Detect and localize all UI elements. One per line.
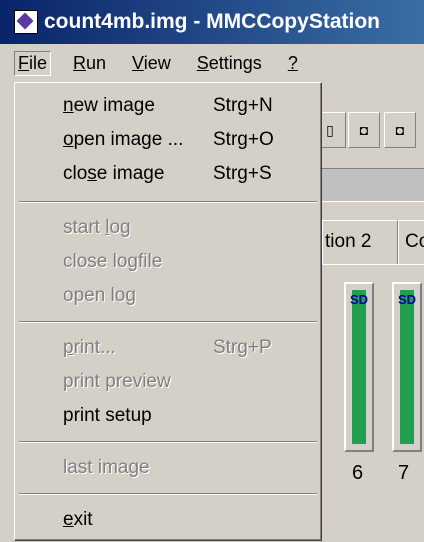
tab-station-next[interactable]: Co xyxy=(398,220,424,264)
tab-station-2-label: tion 2 xyxy=(325,231,372,252)
menu-item-label: open log xyxy=(63,285,136,306)
menu-settings-acc: S xyxy=(196,52,209,73)
lbl-post: ew image xyxy=(73,95,155,116)
menu-item-label: exit xyxy=(63,509,93,531)
menu-item-print-preview[interactable]: print preview xyxy=(15,365,321,399)
menu-file[interactable]: File xyxy=(14,50,52,76)
lbl-post: file xyxy=(138,251,163,272)
lbl-acc: g xyxy=(127,251,138,272)
menu-run-acc: R xyxy=(73,52,87,73)
menu-file-post: ile xyxy=(29,52,48,73)
lbl-acc: s xyxy=(87,163,97,184)
title-bar[interactable]: count4mb.img - MMCCopyStation xyxy=(0,0,424,44)
file-menu-dropdown: new image Strg+N open image ... Strg+O c… xyxy=(14,82,322,541)
menu-run[interactable]: Run xyxy=(69,51,110,76)
menu-item-print[interactable]: print... Strg+P xyxy=(15,331,321,365)
menu-item-label: close image xyxy=(63,163,164,185)
menu-item-start-log[interactable]: start log xyxy=(15,211,321,245)
menu-view[interactable]: View xyxy=(128,51,175,76)
slot-number: 7 xyxy=(398,462,410,484)
menu-separator xyxy=(19,321,317,323)
menu-view-post: iew xyxy=(143,52,171,73)
menu-help-acc: ? xyxy=(287,52,298,73)
copy-out-icon[interactable]: ◘ xyxy=(348,112,380,148)
menu-item-new-image[interactable]: new image Strg+N xyxy=(15,89,321,123)
slot-status-bar xyxy=(352,290,366,444)
menu-item-open-image[interactable]: open image ... Strg+O xyxy=(15,123,321,157)
slot-sd-label: SD xyxy=(397,292,417,307)
menu-item-close-image[interactable]: close image Strg+S xyxy=(15,157,321,191)
slot-number: 6 xyxy=(352,462,364,484)
lbl-acc: e xyxy=(63,509,74,530)
menu-item-label: print... xyxy=(63,337,116,359)
menu-bar: File Run View Settings ? xyxy=(0,44,424,82)
menu-item-label: open image ... xyxy=(63,129,183,151)
menu-view-acc: V xyxy=(132,52,144,73)
menu-item-open-log[interactable]: open log xyxy=(15,279,321,313)
lbl-acc: o xyxy=(63,129,74,150)
menu-item-label: close logfile xyxy=(63,251,162,273)
menu-run-post: un xyxy=(86,52,107,73)
menu-item-exit[interactable]: exit xyxy=(15,503,321,537)
menu-file-acc: F xyxy=(18,52,29,73)
tab-station-2[interactable]: tion 2 xyxy=(322,220,398,264)
slot-sd-label: SD xyxy=(349,292,369,307)
menu-separator xyxy=(19,493,317,495)
copy-icon[interactable]: ◘ xyxy=(384,112,416,148)
menu-item-last-image[interactable]: last image xyxy=(15,451,321,485)
lbl-post: rint... xyxy=(73,337,116,358)
lbl-post: og xyxy=(109,217,131,238)
menu-item-label: start log xyxy=(63,217,131,239)
card-slot[interactable]: SD xyxy=(344,282,374,452)
menu-help[interactable]: ? xyxy=(284,51,302,76)
app-icon[interactable] xyxy=(14,10,38,34)
lbl-acc: p xyxy=(63,337,74,358)
lbl-acc: n xyxy=(63,95,74,116)
menu-item-label: last image xyxy=(63,457,150,478)
card-slot[interactable]: SD xyxy=(392,282,422,452)
menu-settings-post: ettings xyxy=(208,52,262,73)
tab-station-next-label: Co xyxy=(405,231,424,252)
window-title: count4mb.img - MMCCopyStation xyxy=(44,10,380,33)
menu-separator xyxy=(19,201,317,203)
menu-item-label: new image xyxy=(63,95,155,117)
menu-settings[interactable]: Settings xyxy=(193,51,266,76)
lbl-post: pen image ... xyxy=(73,129,184,150)
slot-status-bar xyxy=(400,290,414,444)
lbl-pre: close lo xyxy=(63,251,128,272)
toolbar: ▯ ◘ ◘ xyxy=(314,112,424,152)
menu-item-shortcut: Strg+N xyxy=(213,95,273,116)
menu-item-label: print preview xyxy=(63,371,171,392)
menu-item-shortcut: Strg+S xyxy=(213,163,272,184)
menu-separator xyxy=(19,441,317,443)
lbl-post: e image xyxy=(96,163,165,184)
menu-item-shortcut: Strg+P xyxy=(213,337,272,358)
menu-item-close-logfile[interactable]: close logfile xyxy=(15,245,321,279)
menu-item-print-setup[interactable]: print setup xyxy=(15,399,321,433)
status-band xyxy=(320,168,424,202)
menu-item-label: print setup xyxy=(63,405,152,426)
menu-item-shortcut: Strg+O xyxy=(213,129,274,150)
lbl-pre: start xyxy=(63,217,106,238)
lbl-post: xit xyxy=(73,509,93,530)
lbl-pre: clo xyxy=(63,163,88,184)
